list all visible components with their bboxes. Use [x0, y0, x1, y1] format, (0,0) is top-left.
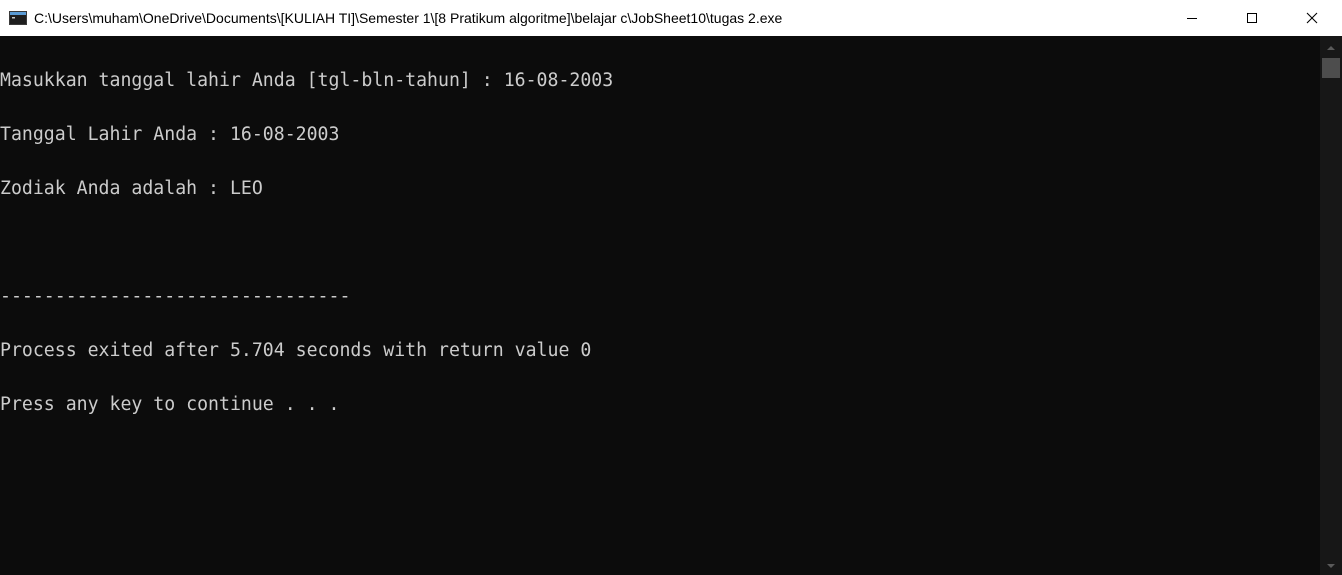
window-controls: [1162, 0, 1342, 36]
minimize-button[interactable]: [1162, 0, 1222, 36]
close-button[interactable]: [1282, 0, 1342, 36]
console-line-continue: Press any key to continue . . .: [0, 394, 340, 415]
title-bar[interactable]: C:\Users\muham\OneDrive\Documents\[KULIA…: [0, 0, 1342, 36]
console-line-birthdate: Tanggal Lahir Anda : 16-08-2003: [0, 124, 340, 145]
scroll-down-button[interactable]: [1320, 555, 1342, 575]
console-line-zodiac: Zodiak Anda adalah : LEO: [0, 178, 263, 199]
window-title: C:\Users\muham\OneDrive\Documents\[KULIA…: [34, 10, 783, 26]
console-line-exit-status: Process exited after 5.704 seconds with …: [0, 340, 592, 361]
maximize-button[interactable]: [1222, 0, 1282, 36]
scroll-thumb[interactable]: [1322, 58, 1340, 78]
maximize-icon: [1246, 12, 1258, 24]
console-line-separator: --------------------------------: [0, 286, 351, 307]
chevron-up-icon: [1327, 37, 1335, 55]
console-window: C:\Users\muham\OneDrive\Documents\[KULIA…: [0, 0, 1342, 575]
scroll-up-button[interactable]: [1320, 36, 1342, 56]
console-app-icon[interactable]: [9, 11, 27, 25]
close-icon: [1306, 12, 1318, 24]
console-output[interactable]: Masukkan tanggal lahir Anda [tgl-bln-tah…: [0, 36, 1320, 575]
console-line-prompt: Masukkan tanggal lahir Anda [tgl-bln-tah…: [0, 70, 614, 91]
console-text: Masukkan tanggal lahir Anda [tgl-bln-tah…: [0, 36, 1320, 450]
vertical-scrollbar[interactable]: [1320, 36, 1342, 575]
chevron-down-icon: [1327, 556, 1335, 574]
minimize-icon: [1186, 12, 1198, 24]
